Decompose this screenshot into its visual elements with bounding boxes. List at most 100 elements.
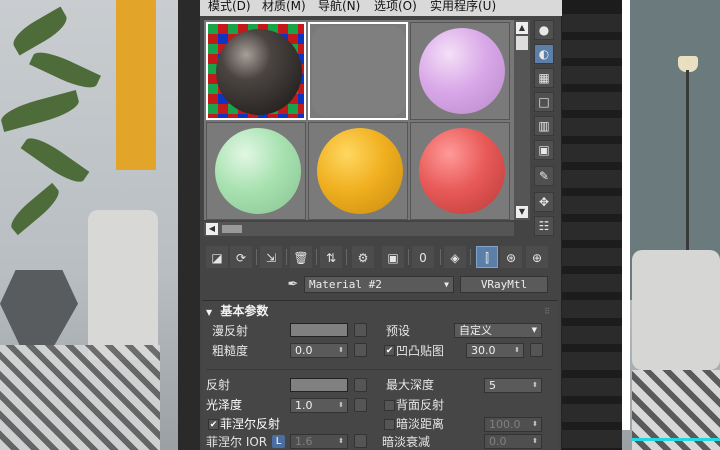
sample-slot-grid xyxy=(204,20,514,220)
show-shaded-material-icon[interactable]: ◈ xyxy=(444,246,466,268)
slat xyxy=(554,300,622,318)
max-depth-spinner[interactable]: 5 ⬍ xyxy=(484,378,542,393)
toolbar-divider xyxy=(316,249,317,265)
spinner-arrows-icon[interactable]: ⬍ xyxy=(532,379,538,392)
dropdown-arrow-icon: ▼ xyxy=(531,326,537,334)
save-icon[interactable]: ▣ xyxy=(382,246,404,268)
make-unique-icon[interactable]: ⇅ xyxy=(320,246,342,268)
color-swatch-strip xyxy=(178,0,375,450)
bump-spinner[interactable]: 30.0 ⬍ xyxy=(466,343,524,358)
dim-falloff-spinner[interactable]: 0.0 ⬍ xyxy=(484,434,542,449)
go-to-parent-icon[interactable]: ⊛ xyxy=(500,246,522,268)
slot-grid-horizontal-scrollbar[interactable]: ◀ xyxy=(204,222,514,236)
scroll-thumb[interactable] xyxy=(516,36,528,50)
reflect-map-button[interactable] xyxy=(354,378,367,392)
preset-label: 预设 xyxy=(386,324,411,338)
fresnel-ior-lock-button[interactable]: L xyxy=(272,435,285,448)
background-checker-icon[interactable]: ▦ xyxy=(534,68,554,88)
rollout-header[interactable]: ▼ 基本参数 xyxy=(206,303,268,319)
sample-uv-tiling-icon[interactable]: □ xyxy=(534,92,554,112)
slat xyxy=(554,196,622,214)
sample-slot[interactable] xyxy=(410,22,510,120)
menu-bar: 模式(D) 材质(M) 导航(N) 选项(O) 实用程序(U) xyxy=(200,0,562,16)
show-end-result-icon[interactable]: ⫿ xyxy=(476,246,498,268)
material-name-field[interactable]: Material #2 ▼ xyxy=(304,276,454,293)
spinner-arrows-icon[interactable]: ⬍ xyxy=(338,344,344,357)
options-icon[interactable]: ✎ xyxy=(534,166,554,186)
go-forward-to-sibling-icon[interactable]: ⊕ xyxy=(526,246,548,268)
dropdown-arrow-icon[interactable]: ▼ xyxy=(444,277,449,292)
basic-parameters-rollout: ▼ 基本参数 ⠿ 漫反射 预设 自定义 ▼ 粗糙度 0.0 ⬍ ✔ 凹凸贴图 3… xyxy=(202,300,558,450)
make-preview-icon[interactable]: ▣ xyxy=(534,140,554,160)
get-material-icon[interactable]: ◪ xyxy=(206,246,228,268)
plant-pot xyxy=(0,270,78,345)
material-sphere xyxy=(312,26,406,116)
preset-dropdown[interactable]: 自定义 ▼ xyxy=(454,323,542,338)
menu-modes[interactable]: 模式(D) xyxy=(208,0,251,13)
sample-slot[interactable] xyxy=(308,122,408,220)
dim-falloff-value: 0.0 xyxy=(489,435,507,448)
dim-distance-checkbox[interactable] xyxy=(384,419,395,430)
fresnel-ior-map-button[interactable] xyxy=(354,434,367,448)
roughness-value: 0.0 xyxy=(295,344,313,357)
sample-type-sphere-icon[interactable]: ● xyxy=(534,20,554,40)
fresnel-ior-spinner[interactable]: 1.6 ⬍ xyxy=(290,434,348,449)
scroll-thumb[interactable] xyxy=(222,225,242,233)
eyedropper-icon[interactable]: ✒ xyxy=(284,276,302,294)
menu-utilities[interactable]: 实用程序(U) xyxy=(430,0,496,13)
spinner-arrows-icon[interactable]: ⬍ xyxy=(514,344,520,357)
diffuse-label: 漫反射 xyxy=(212,324,249,338)
material-sphere xyxy=(317,128,403,214)
spinner-arrows-icon[interactable]: ⬍ xyxy=(532,418,538,431)
put-to-library-icon[interactable]: ⚙ xyxy=(352,246,374,268)
slot-grid-vertical-scrollbar[interactable]: ▲ ▼ xyxy=(514,20,530,220)
spinner-arrows-icon[interactable]: ⬍ xyxy=(532,435,538,448)
put-material-icon[interactable]: ⟳ xyxy=(230,246,252,268)
material-map-navigator-icon[interactable]: ☷ xyxy=(534,216,554,236)
toolbar-divider xyxy=(286,249,287,265)
material-id-channel-icon[interactable]: 0 xyxy=(412,246,434,268)
spinner-arrows-icon[interactable]: ⬍ xyxy=(338,435,344,448)
scroll-up-arrow-icon[interactable]: ▲ xyxy=(516,22,528,34)
reset-map-icon[interactable]: 🗑 xyxy=(290,246,312,268)
slat xyxy=(554,66,622,84)
assign-material-icon[interactable]: ⇲ xyxy=(260,246,282,268)
glossiness-map-button[interactable] xyxy=(354,398,367,412)
roughness-map-button[interactable] xyxy=(354,343,367,357)
preset-value: 自定义 xyxy=(459,324,492,337)
glossiness-spinner[interactable]: 1.0 ⬍ xyxy=(290,398,348,413)
diffuse-map-button[interactable] xyxy=(354,323,367,337)
bump-map-button[interactable] xyxy=(530,343,543,357)
material-sphere xyxy=(216,29,302,115)
sample-slot[interactable] xyxy=(206,122,306,220)
slat xyxy=(554,92,622,110)
select-by-material-icon[interactable]: ✥ xyxy=(534,192,554,212)
material-type-button[interactable]: VRayMtl xyxy=(460,276,548,293)
slat xyxy=(554,222,622,240)
backlight-icon[interactable]: ◐ xyxy=(534,44,554,64)
fresnel-checkbox[interactable]: ✔ xyxy=(208,419,219,430)
scroll-down-arrow-icon[interactable]: ▼ xyxy=(516,206,528,218)
plant-leaf xyxy=(20,131,90,189)
spinner-arrows-icon[interactable]: ⬍ xyxy=(338,399,344,412)
backside-reflect-checkbox[interactable] xyxy=(384,400,395,411)
right-sofa xyxy=(632,250,720,370)
side-toolbar: ● ◐ ▦ □ ▥ ▣ ✎ ✥ ☷ xyxy=(534,20,558,240)
video-color-check-icon[interactable]: ▥ xyxy=(534,116,554,136)
diffuse-color-swatch[interactable] xyxy=(290,323,348,337)
sample-slot[interactable] xyxy=(206,22,306,120)
reflect-color-swatch[interactable] xyxy=(290,378,348,392)
menu-options[interactable]: 选项(O) xyxy=(374,0,417,13)
scroll-left-arrow-icon[interactable]: ◀ xyxy=(206,223,218,235)
menu-navigation[interactable]: 导航(N) xyxy=(318,0,360,13)
slat xyxy=(554,326,622,344)
menu-material[interactable]: 材质(M) xyxy=(262,0,306,13)
sample-slot[interactable] xyxy=(308,22,408,120)
rollout-grip-icon[interactable]: ⠿ xyxy=(544,307,550,316)
bump-checkbox[interactable]: ✔ xyxy=(384,345,395,356)
slat xyxy=(554,14,622,32)
slat xyxy=(554,118,622,136)
roughness-spinner[interactable]: 0.0 ⬍ xyxy=(290,343,348,358)
dim-distance-spinner[interactable]: 100.0 ⬍ xyxy=(484,417,542,432)
sample-slot[interactable] xyxy=(410,122,510,220)
